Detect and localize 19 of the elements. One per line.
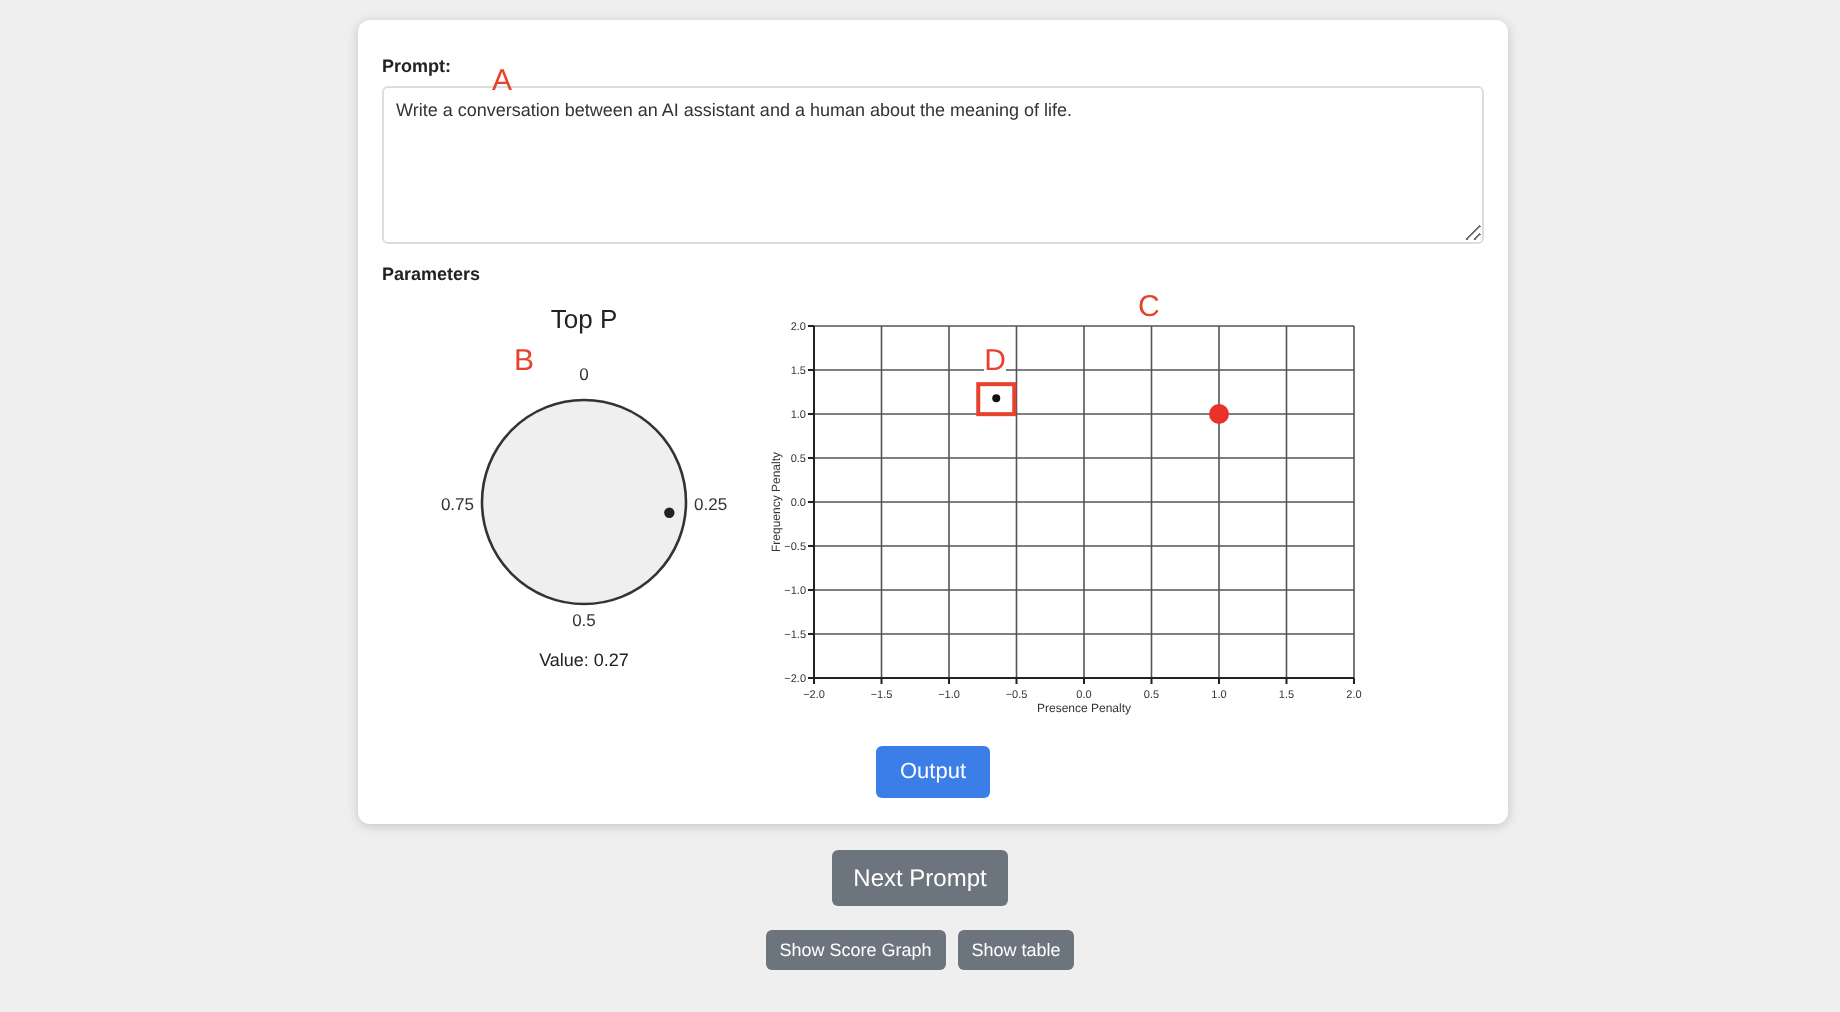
highlight-frame [976,382,1017,417]
knob-handle[interactable] [664,507,675,518]
dial-label: 0 [579,364,589,384]
toggle-button[interactable]: Show table [957,930,1075,970]
knob-dial[interactable] [480,398,688,606]
annotation-letter: D [984,346,1006,377]
annotation-letter: C [1138,290,1160,324]
next-prompt-button[interactable]: Next Prompt [831,850,1009,906]
dial-label: 0.75 [440,494,474,514]
toggle-button[interactable]: Show Score Graph [765,930,946,970]
dial-label: 0.25 [694,494,728,514]
annotation-letter: B [514,344,535,378]
value-reading: Value: 0.27 [539,650,629,670]
data-point[interactable] [1209,404,1229,424]
knob-title: Top P [550,304,618,334]
parameters-heading: Parameters [382,264,483,284]
output-button[interactable]: Output [875,746,991,798]
prompt-label: Prompt: [382,56,453,76]
dial-label: 0.5 [572,610,596,630]
